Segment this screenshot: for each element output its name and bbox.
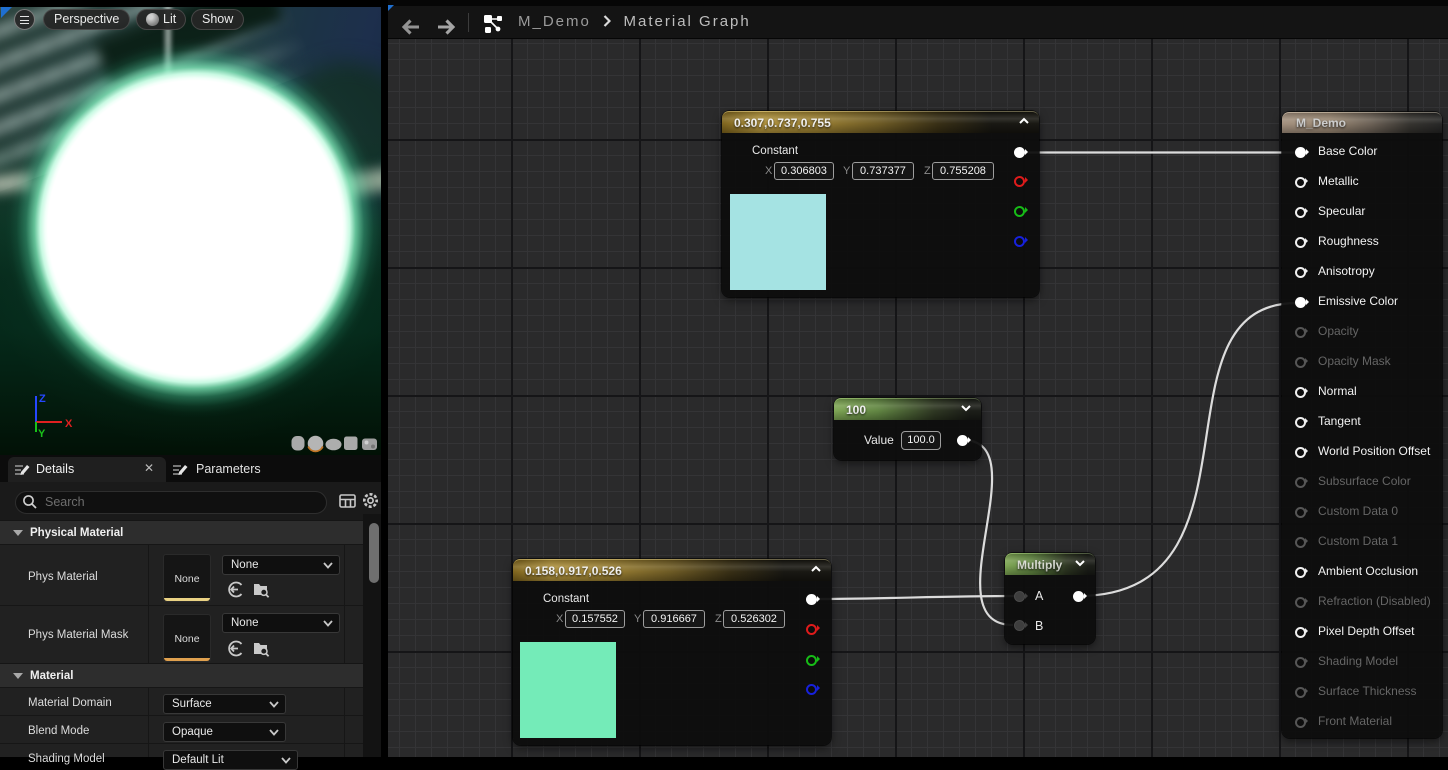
- svg-text:Z: Z: [39, 393, 46, 405]
- svg-text:Y: Y: [38, 428, 46, 440]
- svg-text:X: X: [65, 418, 73, 430]
